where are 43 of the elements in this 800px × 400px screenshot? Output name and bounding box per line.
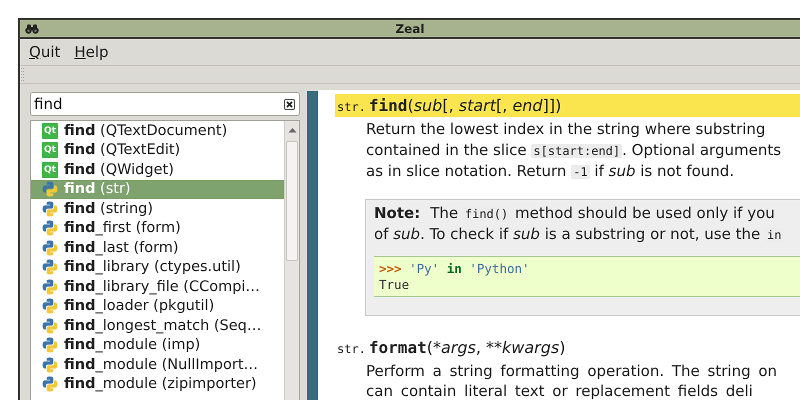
python-logo-icon <box>42 220 58 236</box>
menu-item[interactable]: Quit <box>29 43 60 61</box>
python-logo-icon <box>42 337 58 354</box>
description-text: Perform a string formatting operation. The string on can contain literal text or replacement fields deli <box>366 360 778 400</box>
scrollbar-thumb[interactable] <box>286 141 298 261</box>
result-item[interactable]: find_last (form) <box>31 238 284 258</box>
python-logo-icon <box>42 278 58 295</box>
python-logo-icon <box>42 240 58 256</box>
scrollbar[interactable] <box>284 121 299 400</box>
menu-item[interactable]: Help <box>74 43 109 61</box>
python-logo-icon <box>42 298 58 314</box>
python-logo-icon <box>42 181 58 198</box>
python-logo-icon <box>42 259 58 276</box>
python-logo-icon <box>42 356 58 373</box>
qt-logo: Qt <box>42 122 58 139</box>
description-text: Return the lowest index in the string where substring contained in the slice s[start:end]. Optional arguments as in slice notation. Return -1 if sub is not found. <box>366 119 782 182</box>
search-field[interactable]: find <box>30 92 300 116</box>
method-signature: str. format(*args, **kwargs) <box>336 336 566 358</box>
scroll-up-arrow[interactable] <box>288 127 296 133</box>
qt-logo: Qt <box>42 162 58 178</box>
result-item[interactable]: find_library_file (CCompi… <box>31 277 284 296</box>
splitter-handle[interactable] <box>307 91 318 400</box>
note-text: Note: The find() method should be used only if you of sub. To check if sub is a substring or not, use the in <box>374 202 784 245</box>
result-item[interactable]: find_longest_match (Seq… <box>31 316 284 336</box>
result-item[interactable]: find_loader (pkgutil) <box>31 296 284 316</box>
window-title: Zeal <box>395 22 425 36</box>
result-item[interactable]: find_first (form) <box>31 218 284 238</box>
qt-logo: Qt <box>42 142 58 158</box>
binoculars-icon <box>25 24 39 34</box>
python-logo-icon <box>42 376 58 392</box>
result-item[interactable]: Qt find (QTextEdit) <box>31 140 284 160</box>
result-item[interactable]: Qt find (QWidget) <box>31 160 284 180</box>
clear-icon[interactable] <box>284 98 295 110</box>
python-logo-icon <box>42 200 58 217</box>
result-item[interactable]: find_module (zipimporter) <box>31 374 284 394</box>
result-item[interactable]: find_module (imp) <box>31 336 284 355</box>
result-item[interactable]: Qt find (QTextDocument) <box>31 121 284 140</box>
code-example: >>> 'Py' in 'Python' True <box>374 256 800 296</box>
result-item[interactable]: find_module (NullImport… <box>31 355 284 374</box>
result-item[interactable]: find (string) <box>31 199 284 218</box>
result-item[interactable]: find_library (ctypes.util) <box>31 258 284 277</box>
method-signature: str. find(sub[, start[, end]]) <box>335 94 800 117</box>
python-logo-icon <box>42 318 58 334</box>
